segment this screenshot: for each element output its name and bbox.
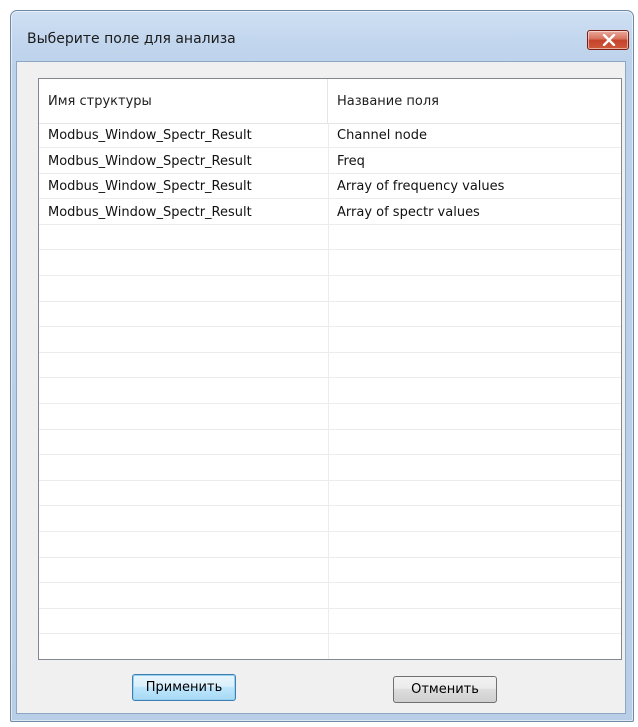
empty-row (39, 328, 621, 353)
column-header-structure-name[interactable]: Имя структуры (39, 79, 328, 123)
empty-row (39, 405, 621, 430)
empty-row (39, 430, 621, 455)
title-bar[interactable]: Выберите поле для анализа (11, 11, 633, 63)
window-title: Выберите поле для анализа (27, 31, 236, 47)
close-icon (602, 34, 616, 46)
table-row[interactable]: Modbus_Window_Spectr_Result Array of spec… (39, 200, 621, 225)
empty-row (39, 481, 621, 506)
cell-structure-name: Modbus_Window_Spectr_Result (48, 154, 252, 169)
empty-row (39, 251, 621, 276)
table-row[interactable]: Modbus_Window_Spectr_Result Freq (39, 149, 621, 174)
cell-field-name: Channel node (337, 128, 427, 143)
column-header-field-name[interactable]: Название поля (328, 79, 621, 123)
empty-row (39, 609, 621, 634)
cell-field-name: Array of frequency values (337, 179, 505, 194)
fields-list[interactable]: Имя структуры Название поля Modbus_Windo… (38, 78, 622, 660)
empty-row (39, 379, 621, 404)
list-body: Modbus_Window_Spectr_Result Channel node M… (39, 123, 621, 659)
empty-row (39, 635, 621, 659)
empty-row (39, 302, 621, 327)
empty-row (39, 225, 621, 250)
cell-field-name: Freq (337, 154, 365, 169)
cancel-button[interactable]: Отменить (393, 676, 497, 703)
cell-structure-name: Modbus_Window_Spectr_Result (48, 179, 252, 194)
cell-structure-name: Modbus_Window_Spectr_Result (48, 128, 252, 143)
empty-row (39, 558, 621, 583)
dialog-client-area: Имя структуры Название поля Modbus_Windo… (16, 61, 626, 714)
table-row[interactable]: Modbus_Window_Spectr_Result Channel node (39, 123, 621, 148)
empty-row (39, 353, 621, 378)
empty-row (39, 507, 621, 532)
list-header: Имя структуры Название поля (39, 79, 621, 124)
empty-row (39, 533, 621, 558)
empty-row (39, 584, 621, 609)
close-button[interactable] (587, 30, 629, 50)
empty-row (39, 277, 621, 302)
table-row[interactable]: Modbus_Window_Spectr_Result Array of freq… (39, 174, 621, 199)
cell-field-name: Array of spectr values (337, 205, 480, 220)
cell-structure-name: Modbus_Window_Spectr_Result (48, 205, 252, 220)
apply-button[interactable]: Применить (132, 674, 236, 701)
empty-row (39, 456, 621, 481)
